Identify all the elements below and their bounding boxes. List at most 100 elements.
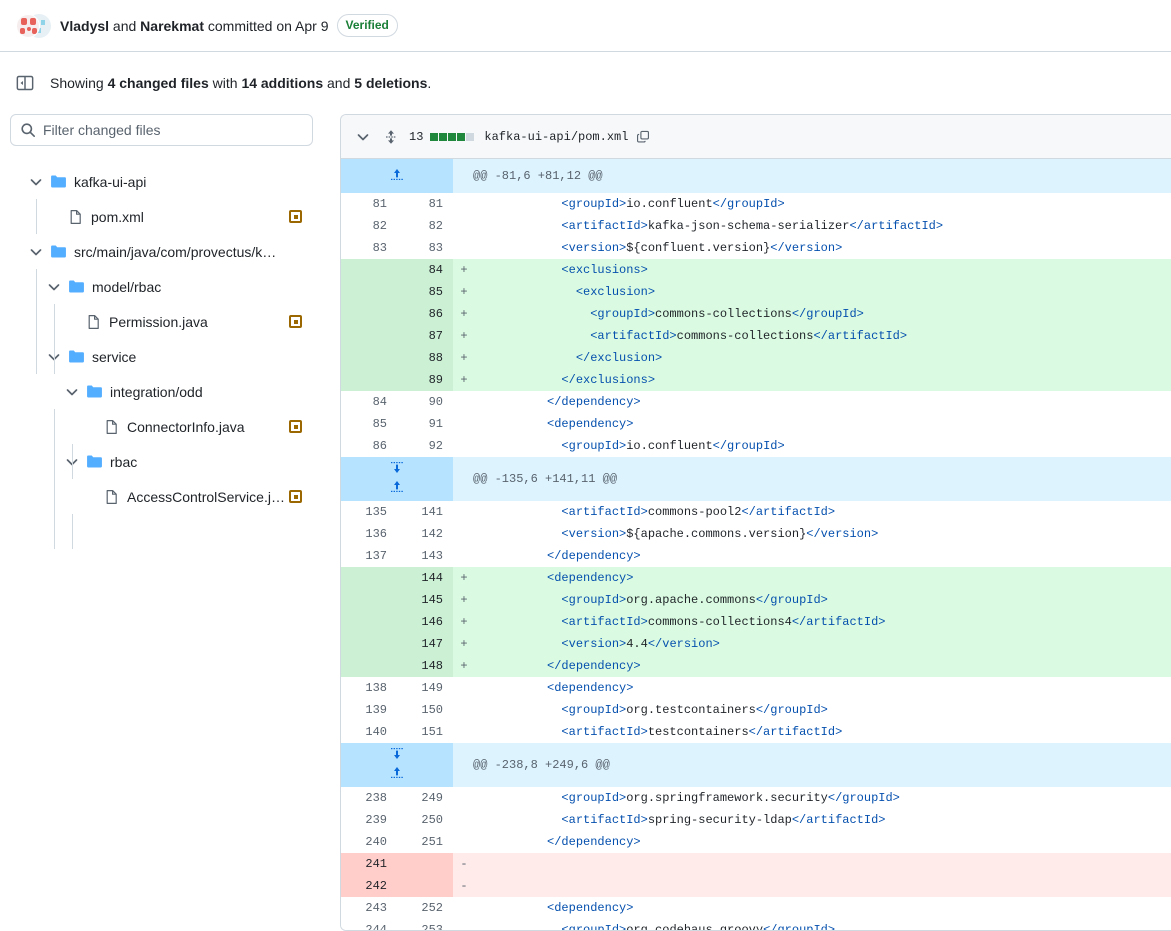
- diff-line-add[interactable]: 88 + </exclusion>: [341, 347, 1171, 369]
- expand-down-icon[interactable]: [390, 462, 404, 478]
- tree-file-accesscontrolservice-java[interactable]: AccessControlService.java: [10, 479, 330, 514]
- diff-line-add[interactable]: 84 + <exclusions>: [341, 259, 1171, 281]
- diff-line-del[interactable]: 241 -: [341, 853, 1171, 875]
- tree-folder-src-main-java-com-provectus-k[interactable]: src/main/java/com/provectus/k…: [10, 234, 330, 269]
- chevron-down-icon[interactable]: [46, 279, 62, 295]
- diff-code-text: <groupId>commons-collections</groupId>: [475, 303, 1171, 325]
- tree-folder-service[interactable]: service: [10, 339, 330, 374]
- diff-marker: +: [453, 259, 475, 281]
- diff-code-text: <dependency>: [475, 567, 1171, 589]
- diff-line-add[interactable]: 87 + <artifactId>commons-collections</art…: [341, 325, 1171, 347]
- line-number-old: [341, 655, 397, 677]
- diff-line-add[interactable]: 86 + <groupId>commons-collections</groupI…: [341, 303, 1171, 325]
- diff-line-ctx[interactable]: 238 249 <groupId>org.springframework.secu…: [341, 787, 1171, 809]
- diff-line-ctx[interactable]: 82 82 <artifactId>kafka-json-schema-seria…: [341, 215, 1171, 237]
- tree-file-permission-java[interactable]: Permission.java: [10, 304, 330, 339]
- chevron-down-icon[interactable]: [64, 384, 80, 400]
- tree-folder-rbac[interactable]: rbac: [10, 444, 330, 479]
- diff-line-ctx[interactable]: 244 253 <groupId>org.codehaus.groovy</gro…: [341, 919, 1171, 930]
- line-number-new: 82: [428, 219, 443, 233]
- filter-changed-files-input[interactable]: [10, 114, 313, 146]
- diff-line-ctx[interactable]: 83 83 <version>${confluent.version}</vers…: [341, 237, 1171, 259]
- diff-file-path[interactable]: kafka-ui-api/pom.xml: [484, 130, 628, 144]
- tree-folder-integration-odd[interactable]: integration/odd: [10, 374, 330, 409]
- commit-date: Apr 9: [295, 17, 329, 34]
- avatar-stack-icon[interactable]: [16, 13, 51, 38]
- diff-code-text: <groupId>io.confluent</groupId>: [475, 439, 785, 453]
- diff-line-ctx[interactable]: 239 250 <artifactId>spring-security-ldap<…: [341, 809, 1171, 831]
- diff-line-ctx[interactable]: 135 141 <artifactId>commons-pool2</artifa…: [341, 501, 1171, 523]
- commit-author-secondary[interactable]: Narekmat: [140, 18, 204, 34]
- diff-line-add[interactable]: 148 + </dependency>: [341, 655, 1171, 677]
- diff-line-add[interactable]: 89 + </exclusions>: [341, 369, 1171, 391]
- diff-marker: [453, 897, 475, 919]
- sidebar-collapse-icon[interactable]: [16, 74, 34, 92]
- diff-marker: [453, 237, 475, 259]
- expand-hunk-button[interactable]: [341, 743, 453, 787]
- expand-hunk-button[interactable]: [341, 159, 453, 193]
- diff-line-ctx[interactable]: 243 252 <dependency>: [341, 897, 1171, 919]
- verified-badge[interactable]: Verified: [336, 14, 398, 37]
- diff-marker: +: [453, 655, 475, 677]
- expand-down-icon[interactable]: [390, 748, 404, 764]
- expand-up-icon[interactable]: [390, 168, 404, 184]
- diff-panel: 13 kafka-ui-api/pom.xml @@ -81,6 +81,12 …: [340, 114, 1171, 931]
- line-number-new: 91: [428, 417, 443, 431]
- expand-hunk-button[interactable]: [341, 457, 453, 501]
- line-number-new: 88: [397, 347, 453, 369]
- line-number-new: 150: [421, 703, 443, 717]
- line-number-old: [341, 369, 397, 391]
- diff-line-add[interactable]: 144 + <dependency>: [341, 567, 1171, 589]
- summary-files-count: 4 changed files: [107, 75, 209, 91]
- diff-line-ctx[interactable]: 85 91 <dependency>: [341, 413, 1171, 435]
- line-number-new: 147: [397, 633, 453, 655]
- line-number-new: 252: [421, 901, 443, 915]
- line-number-old: [341, 281, 397, 303]
- line-number-new: 81: [428, 197, 443, 211]
- diff-code-text: </dependency>: [475, 549, 641, 563]
- line-number-old: [341, 611, 397, 633]
- chevron-down-icon[interactable]: [28, 244, 44, 260]
- diff-line-ctx[interactable]: 137 143 </dependency>: [341, 545, 1171, 567]
- diff-line-add[interactable]: 147 + <version>4.4</version>: [341, 633, 1171, 655]
- expand-up-icon[interactable]: [390, 480, 404, 496]
- diff-code-text: <dependency>: [475, 681, 634, 695]
- chevron-down-icon[interactable]: [28, 174, 44, 190]
- diff-line-ctx[interactable]: 86 92 <groupId>io.confluent</groupId>: [341, 435, 1171, 457]
- diff-marker: [453, 193, 475, 215]
- commit-author-primary[interactable]: Vladysl: [60, 18, 109, 34]
- line-number-new: 148: [397, 655, 453, 677]
- diff-line-ctx[interactable]: 139 150 <groupId>org.testcontainers</grou…: [341, 699, 1171, 721]
- diff-code-text: <groupId>org.testcontainers</groupId>: [475, 703, 828, 717]
- diff-summary-text: Showing 4 changed files with 14 addition…: [50, 75, 431, 91]
- diff-line-add[interactable]: 145 + <groupId>org.apache.commons</groupI…: [341, 589, 1171, 611]
- folder-icon: [86, 383, 103, 400]
- diff-line-ctx[interactable]: 138 149 <dependency>: [341, 677, 1171, 699]
- tree-file-pom-xml[interactable]: pom.xml: [10, 199, 330, 234]
- copy-icon[interactable]: [636, 130, 650, 144]
- expand-collapse-icon[interactable]: [383, 129, 399, 145]
- line-number-old: 81: [372, 197, 387, 211]
- chevron-down-icon[interactable]: [355, 129, 371, 145]
- diff-code-text: <version>${apache.commons.version}</vers…: [475, 527, 879, 541]
- tree-guide-line: [72, 514, 73, 549]
- tree-file-connectorinfo-java[interactable]: ConnectorInfo.java: [10, 409, 330, 444]
- line-number-new: 89: [397, 369, 453, 391]
- line-number-old: 137: [365, 549, 387, 563]
- diff-line-add[interactable]: 146 + <artifactId>commons-collections4</a…: [341, 611, 1171, 633]
- diff-line-add[interactable]: 85 + <exclusion>: [341, 281, 1171, 303]
- diff-code-text: <artifactId>commons-pool2</artifactId>: [475, 505, 836, 519]
- diff-line-ctx[interactable]: 84 90 </dependency>: [341, 391, 1171, 413]
- tree-item-label: integration/odd: [110, 383, 203, 400]
- tree-folder-kafka-ui-api[interactable]: kafka-ui-api: [10, 164, 330, 199]
- tree-guide-line: [36, 199, 37, 234]
- diff-line-ctx[interactable]: 140 151 <artifactId>testcontainers</artif…: [341, 721, 1171, 743]
- diff-line-del[interactable]: 242 -: [341, 875, 1171, 897]
- expand-up-icon[interactable]: [390, 766, 404, 782]
- tree-item-label: model/rbac: [92, 278, 162, 295]
- diff-code-text: <artifactId>spring-security-ldap</artifa…: [475, 813, 886, 827]
- diff-line-ctx[interactable]: 240 251 </dependency>: [341, 831, 1171, 853]
- diff-line-ctx[interactable]: 136 142 <version>${apache.commons.version…: [341, 523, 1171, 545]
- tree-folder-model-rbac[interactable]: model/rbac: [10, 269, 330, 304]
- diff-line-ctx[interactable]: 81 81 <groupId>io.confluent</groupId>: [341, 193, 1171, 215]
